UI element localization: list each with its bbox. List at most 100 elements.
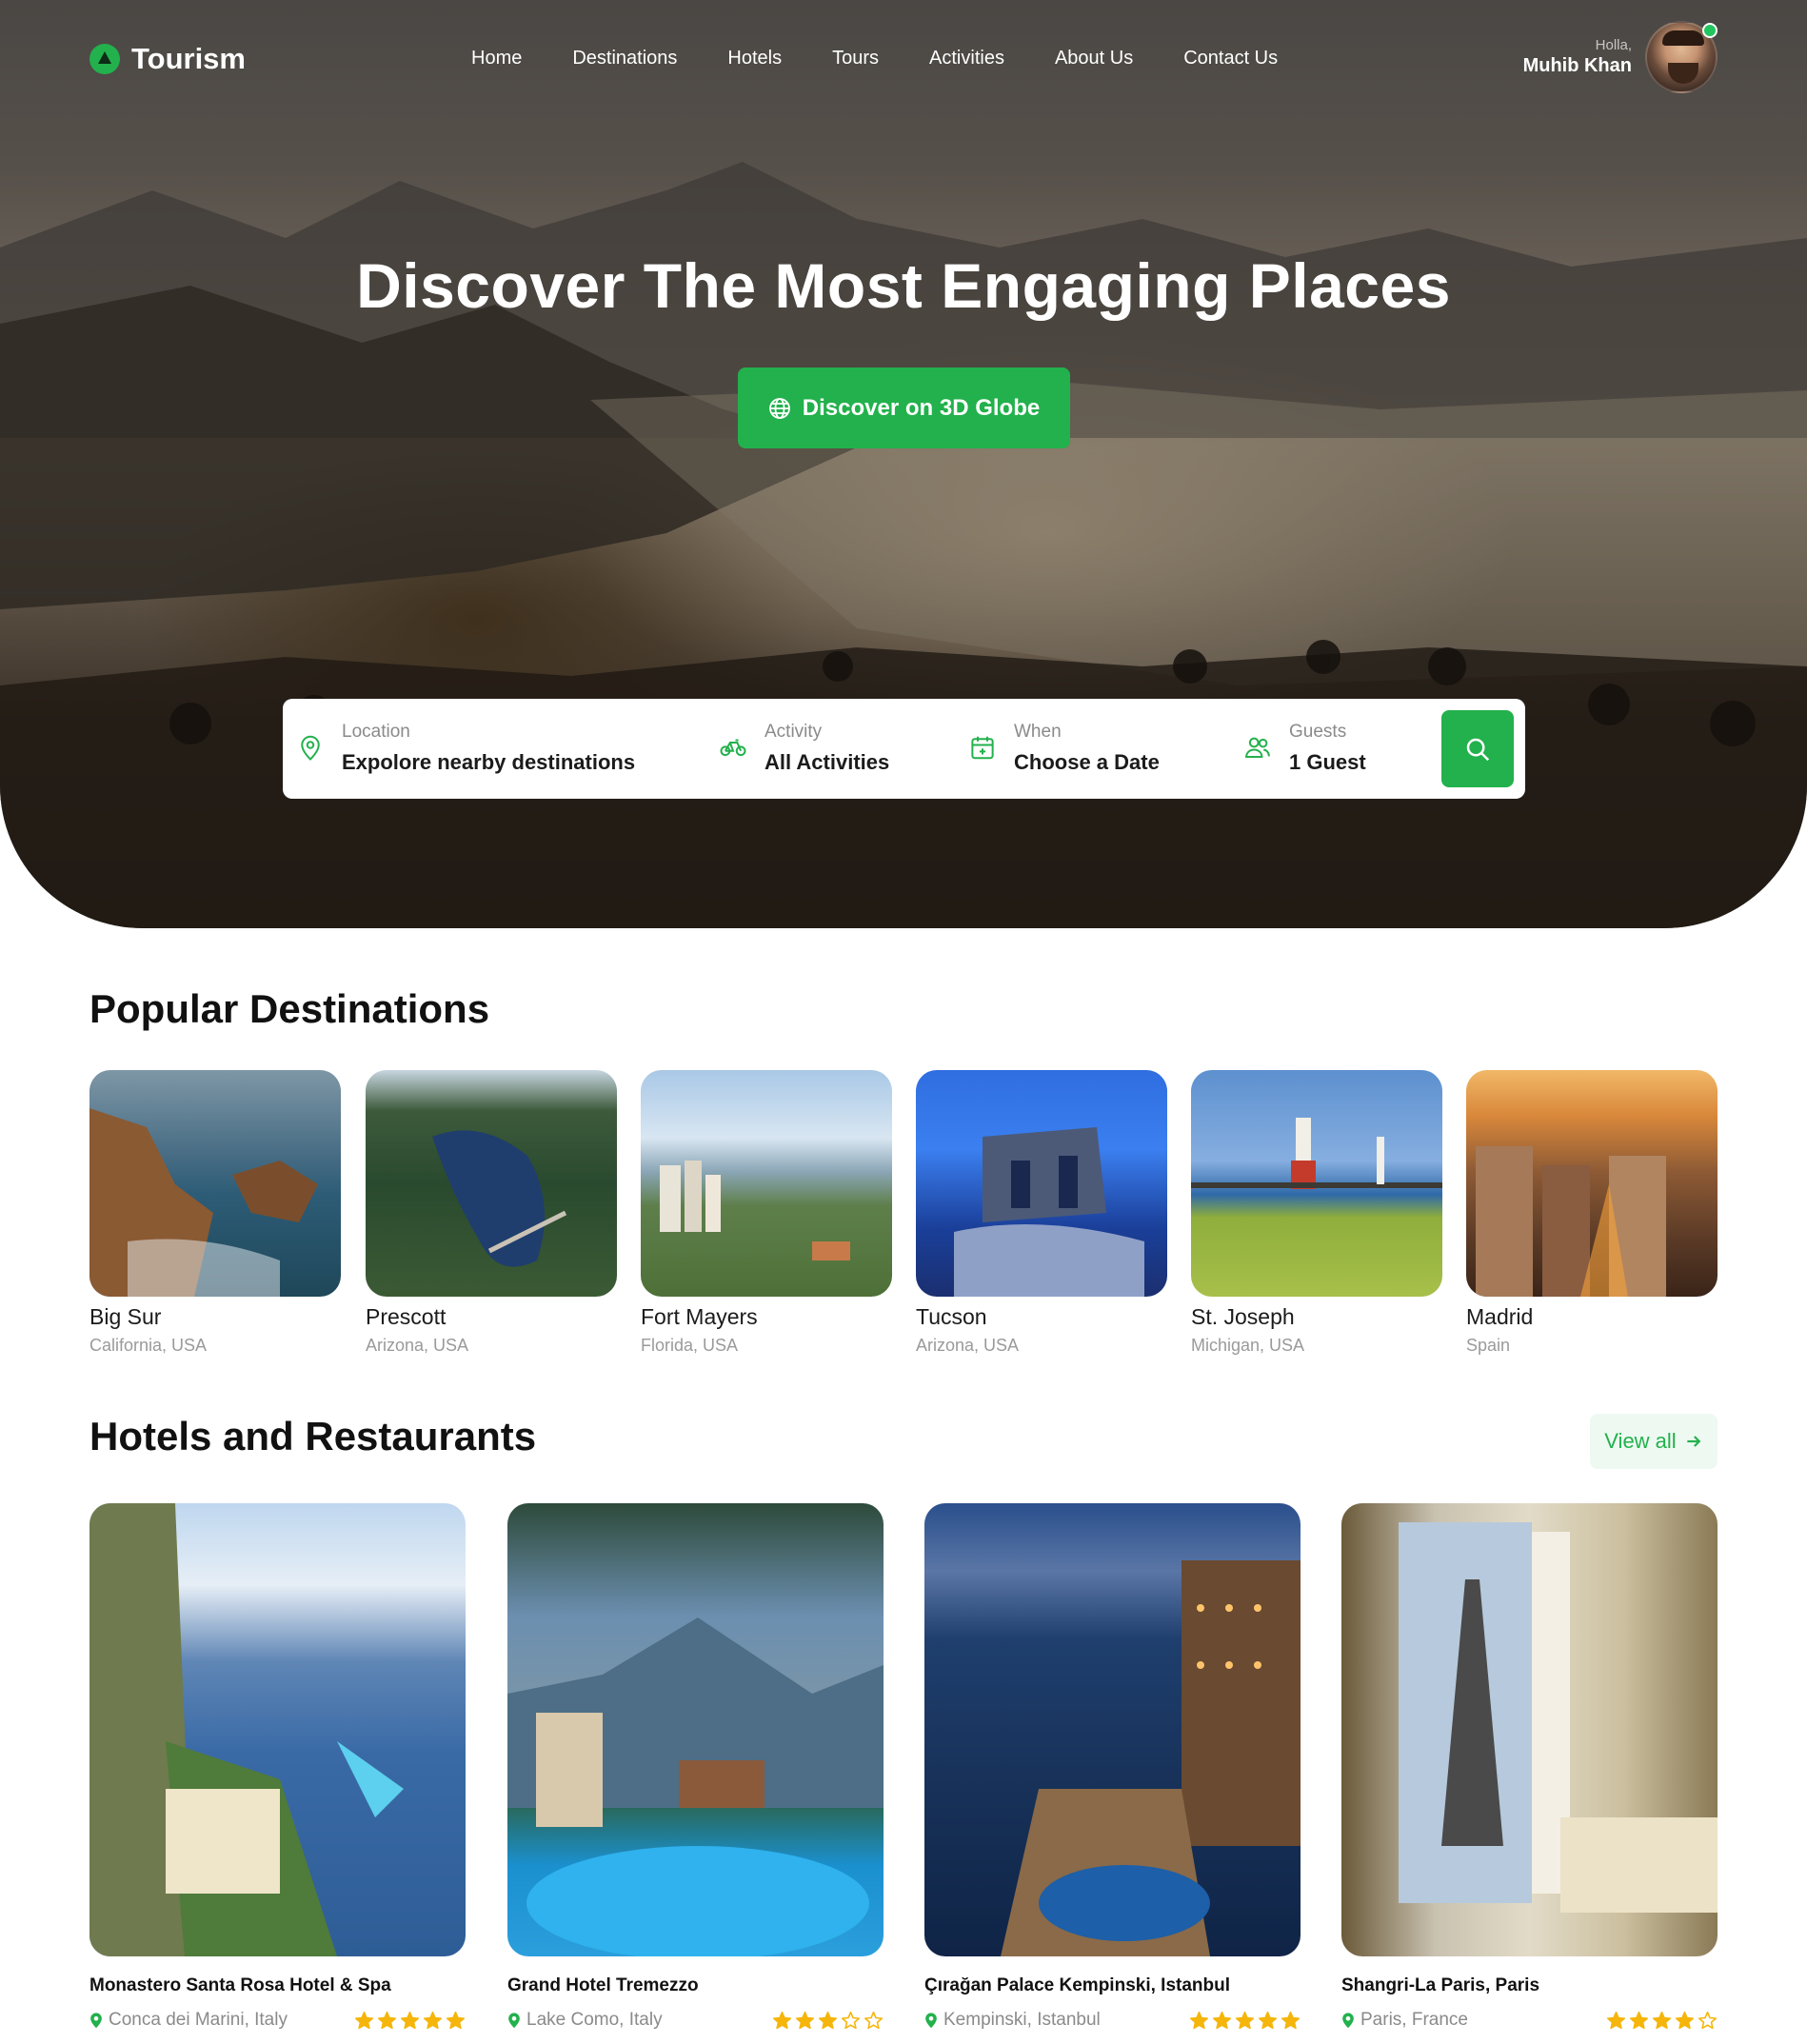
pool-illustration <box>507 1617 884 1956</box>
activity-value: All Activities <box>764 750 890 774</box>
hotel-location-text: Paris, France <box>1360 2010 1468 2030</box>
nav-contact-us[interactable]: Contact Us <box>1183 48 1278 69</box>
avatar-hair <box>1662 30 1704 46</box>
destination-image <box>916 1070 1167 1297</box>
hotel-name: Grand Hotel Tremezzo <box>507 1975 699 1995</box>
nav-home[interactable]: Home <box>471 48 522 69</box>
star-empty-icon <box>864 2011 884 2029</box>
hotel-meta: Conca dei Marini, Italy <box>89 2010 466 2031</box>
nav-activities[interactable]: Activities <box>929 48 1004 69</box>
destination-location: Michigan, USA <box>1191 1336 1305 1355</box>
star-rating <box>1189 2011 1301 2031</box>
destination-image <box>366 1070 617 1297</box>
destination-card[interactable]: Madrid Spain <box>1466 1070 1718 1356</box>
hotel-location: Conca dei Marini, Italy <box>89 2010 288 2031</box>
arrow-right-icon <box>1687 1436 1701 1447</box>
hotel-card[interactable]: Shangri-La Paris, Paris Paris, France <box>1341 1503 1718 2031</box>
destination-image <box>1191 1070 1442 1297</box>
map-pin-icon <box>90 2013 102 2029</box>
star-rating <box>354 2011 466 2031</box>
hotel-card[interactable]: Grand Hotel Tremezzo Lake Como, Italy <box>507 1503 884 2031</box>
hotel-location-text: Lake Como, Italy <box>526 2010 663 2030</box>
destination-name: St. Joseph <box>1191 1304 1295 1329</box>
bicycle-icon <box>720 739 746 757</box>
hotel-image <box>507 1503 884 1956</box>
hero-title: Discover The Most Engaging Places <box>356 250 1451 321</box>
destination-location: Florida, USA <box>641 1336 739 1355</box>
star-filled-icon <box>795 2011 815 2029</box>
coastline-illustration <box>89 1108 318 1297</box>
when-value: Choose a Date <box>1014 750 1160 774</box>
destination-image <box>641 1070 892 1297</box>
destination-card[interactable]: Tucson Arizona, USA <box>916 1070 1167 1356</box>
destination-card[interactable]: Big Sur California, USA <box>89 1070 341 1356</box>
hotel-name: Çırağan Palace Kempinski, Istanbul <box>924 1975 1230 1995</box>
destination-name: Big Sur <box>89 1304 162 1329</box>
main-nav: Home Destinations Hotels Tours Activitie… <box>471 48 1328 69</box>
hotel-card[interactable]: Monastero Santa Rosa Hotel & Spa Conca d… <box>89 1503 466 2031</box>
nav-destinations[interactable]: Destinations <box>572 48 677 69</box>
search-button[interactable] <box>1441 710 1514 787</box>
brand-name: Tourism <box>131 42 246 75</box>
hotel-location-text: Conca dei Marini, Italy <box>109 2010 288 2030</box>
star-filled-icon <box>1281 2011 1301 2029</box>
online-status-dot <box>1702 23 1718 38</box>
star-filled-icon <box>772 2011 792 2029</box>
hero-section: Tourism Home Destinations Hotels Tours A… <box>0 0 1807 928</box>
nav-tours[interactable]: Tours <box>832 48 879 69</box>
location-field[interactable]: Location Expolore nearby destinations <box>296 722 635 775</box>
star-rating <box>772 2011 884 2031</box>
view-all-button[interactable]: View all <box>1590 1414 1718 1469</box>
when-label: When <box>1014 722 1062 742</box>
search-bar: Location Expolore nearby destinations Ac… <box>283 699 1525 799</box>
nav-about-us[interactable]: About Us <box>1055 48 1133 69</box>
terrace-illustration <box>89 1503 404 1956</box>
destination-name: Fort Mayers <box>641 1304 758 1329</box>
discover-globe-label: Discover on 3D Globe <box>802 394 1041 421</box>
map-pin-icon <box>301 735 320 761</box>
hotel-image <box>89 1503 466 1956</box>
guests-field[interactable]: Guests 1 Guest <box>1243 722 1366 775</box>
nav-hotels[interactable]: Hotels <box>727 48 782 69</box>
destination-name: Madrid <box>1466 1304 1534 1329</box>
user-text: Holla, Muhib Khan <box>1523 37 1632 77</box>
star-filled-icon <box>1652 2011 1672 2029</box>
guests-label: Guests <box>1289 722 1347 742</box>
destination-card[interactable]: Fort Mayers Florida, USA <box>641 1070 892 1356</box>
top-navigation-bar: Tourism Home Destinations Hotels Tours A… <box>0 0 1807 119</box>
destination-location: Arizona, USA <box>916 1336 1020 1355</box>
hotel-meta: Paris, France <box>1341 2010 1718 2031</box>
lighthouse-illustration <box>1191 1118 1442 1189</box>
star-filled-icon <box>354 2011 374 2029</box>
hotel-meta: Lake Como, Italy <box>507 2010 884 2031</box>
location-value: Expolore nearby destinations <box>342 750 636 774</box>
map-pin-icon <box>508 2013 520 2029</box>
destination-card[interactable]: Prescott Arizona, USA <box>366 1070 617 1356</box>
user-name: Muhib Khan <box>1522 55 1632 76</box>
hotel-location-text: Kempinski, Istanbul <box>943 2010 1101 2030</box>
guests-value: 1 Guest <box>1289 750 1366 774</box>
activity-field[interactable]: Activity All Activities <box>719 722 889 775</box>
star-filled-icon <box>1675 2011 1695 2029</box>
map-pin-icon <box>925 2013 937 2029</box>
users-icon <box>1245 737 1270 758</box>
star-filled-icon <box>1212 2011 1232 2029</box>
destination-image <box>1466 1070 1718 1297</box>
destination-name: Prescott <box>366 1304 447 1329</box>
destination-card[interactable]: St. Joseph Michigan, USA <box>1191 1070 1442 1356</box>
star-filled-icon <box>1629 2011 1649 2029</box>
search-icon <box>1466 738 1490 761</box>
avatar-beard <box>1668 63 1698 84</box>
hotel-card[interactable]: Çırağan Palace Kempinski, Istanbul Kempi… <box>924 1503 1301 2031</box>
date-field[interactable]: When Choose a Date <box>968 722 1160 775</box>
star-filled-icon <box>377 2011 397 2029</box>
star-filled-icon <box>1189 2011 1209 2029</box>
hotel-location: Lake Como, Italy <box>507 2010 663 2031</box>
discover-globe-button[interactable]: Discover on 3D Globe <box>738 367 1070 448</box>
brand-logo[interactable]: Tourism <box>89 42 246 76</box>
hotel-location: Kempinski, Istanbul <box>924 2010 1101 2031</box>
avatar[interactable] <box>1645 21 1718 93</box>
user-profile[interactable]: Holla, Muhib Khan <box>1523 21 1718 93</box>
star-filled-icon <box>446 2011 466 2029</box>
destination-image <box>89 1070 341 1297</box>
